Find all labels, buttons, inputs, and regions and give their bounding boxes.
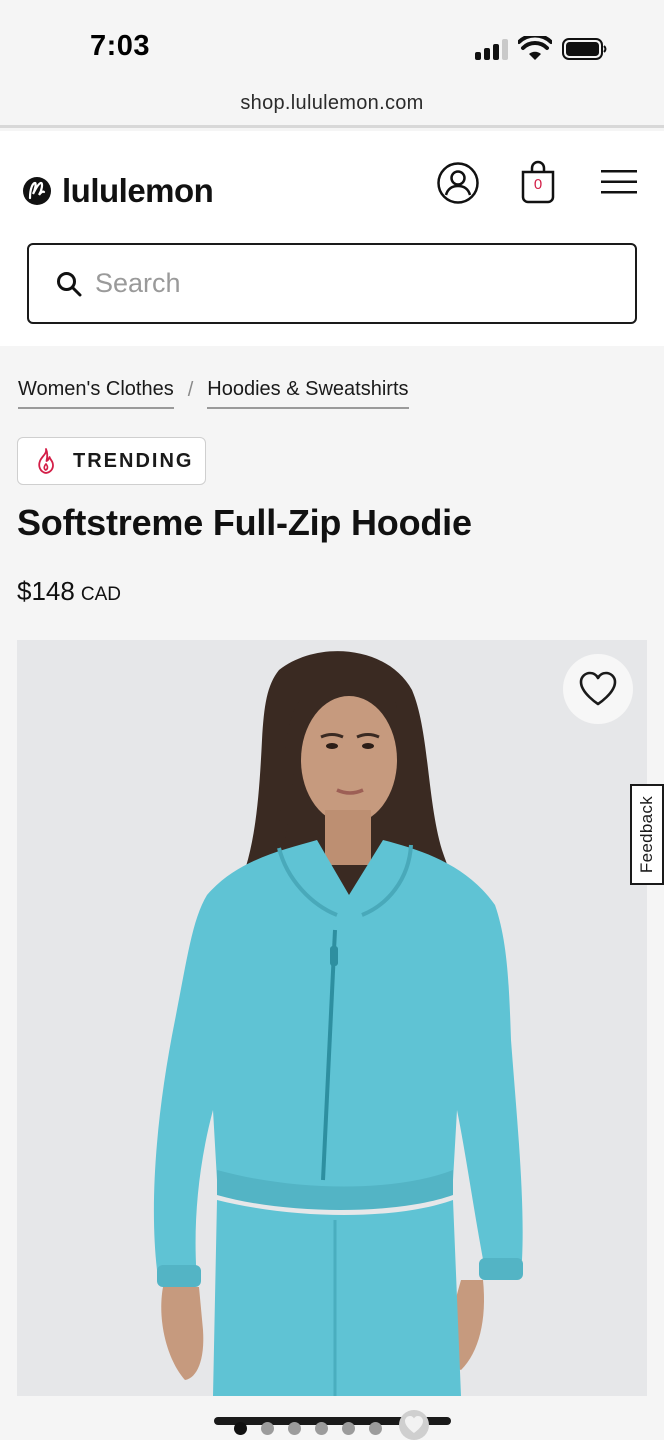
url-text: shop.lululemon.com bbox=[240, 92, 424, 114]
status-bar: 7:03 bbox=[0, 0, 664, 86]
feedback-tab[interactable]: Feedback bbox=[630, 784, 664, 885]
signal-icon bbox=[475, 38, 511, 60]
breadcrumb-hoodies-sweatshirts[interactable]: Hoodies & Sweatshirts bbox=[207, 378, 409, 409]
carousel-dot-3[interactable] bbox=[288, 1422, 301, 1435]
search-icon bbox=[57, 272, 82, 297]
browser-url-bar[interactable]: shop.lululemon.com bbox=[0, 86, 664, 128]
battery-icon bbox=[562, 38, 607, 60]
product-photo-illustration bbox=[17, 640, 647, 1396]
carousel-dots bbox=[234, 1422, 382, 1435]
product-price: $148 CAD bbox=[17, 576, 121, 607]
bag-count-badge: 0 bbox=[533, 176, 543, 193]
wishlist-button[interactable] bbox=[563, 654, 633, 724]
brand-name: lululemon bbox=[62, 172, 214, 209]
product-image[interactable] bbox=[17, 640, 647, 1396]
status-time: 7:03 bbox=[90, 30, 151, 62]
breadcrumb-separator: / bbox=[187, 379, 194, 401]
carousel-dot-6[interactable] bbox=[369, 1422, 382, 1435]
shopping-bag-button[interactable]: 0 bbox=[520, 159, 556, 205]
page: 7:03 shop.lululemon.com lululemon 0 Sear… bbox=[0, 0, 664, 1440]
price-amount: $148 bbox=[17, 576, 75, 606]
carousel-dot-2[interactable] bbox=[261, 1422, 274, 1435]
feedback-label: Feedback bbox=[637, 795, 656, 874]
heart-icon bbox=[579, 671, 617, 706]
price-currency: CAD bbox=[80, 584, 121, 605]
carousel-heart-icon bbox=[399, 1410, 429, 1440]
logo[interactable]: lululemon bbox=[22, 172, 214, 209]
flame-icon bbox=[38, 448, 54, 474]
trending-label: TRENDING bbox=[73, 449, 194, 472]
wifi-icon bbox=[518, 36, 552, 60]
trending-badge: TRENDING bbox=[17, 437, 206, 485]
breadcrumb-womens-clothes[interactable]: Women's Clothes bbox=[18, 378, 174, 409]
product-content: Women's Clothes / Hoodies & Sweatshirts … bbox=[0, 346, 664, 1440]
lululemon-logo-icon bbox=[23, 177, 51, 205]
site-header: lululemon 0 bbox=[0, 131, 664, 346]
search-input[interactable] bbox=[95, 263, 615, 303]
carousel-dot-5[interactable] bbox=[342, 1422, 355, 1435]
account-icon[interactable] bbox=[436, 161, 480, 205]
search-box[interactable] bbox=[27, 243, 637, 324]
carousel-dot-4[interactable] bbox=[315, 1422, 328, 1435]
menu-icon[interactable] bbox=[600, 167, 638, 197]
breadcrumb: Women's Clothes / Hoodies & Sweatshirts bbox=[18, 378, 409, 409]
product-title: Softstreme Full-Zip Hoodie bbox=[17, 502, 472, 543]
carousel-dot-1[interactable] bbox=[234, 1422, 247, 1435]
